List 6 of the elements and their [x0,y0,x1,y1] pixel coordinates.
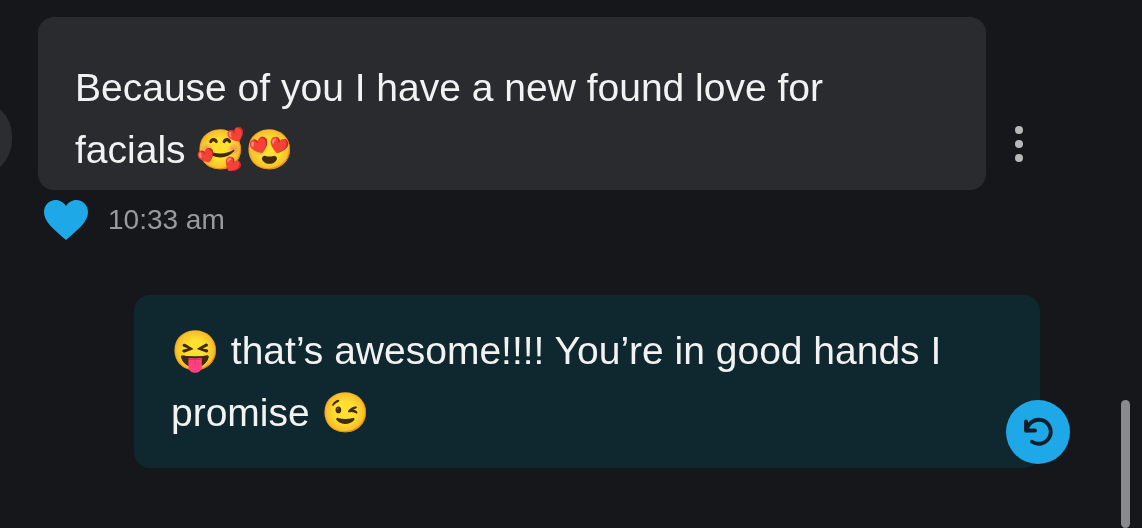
message-text: Because of you I have a new found love for facials 🥰😍 [75,65,824,173]
message-time: 10:33 am [108,203,225,237]
message-text: 😝 that’s awesome!!!! You’re in good hands I promise 😉 [171,328,943,436]
scrollbar[interactable] [1121,400,1130,528]
heart-icon[interactable] [42,198,90,242]
more-options-icon[interactable] [1014,125,1024,162]
